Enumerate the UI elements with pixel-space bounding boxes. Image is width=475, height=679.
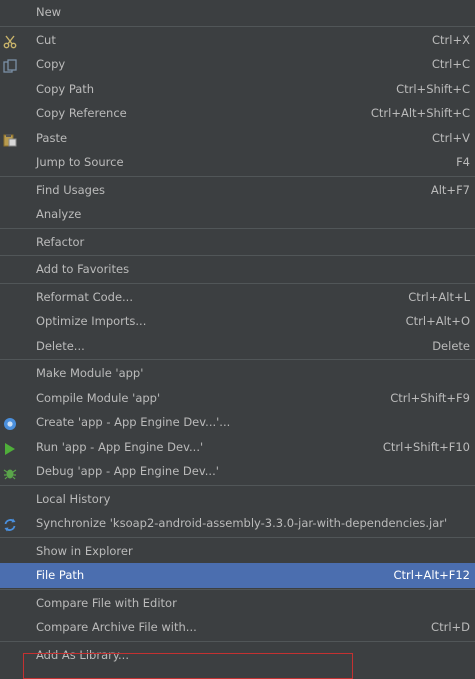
menu-item-find-usages[interactable]: Find Usages Alt+F7 (0, 178, 475, 203)
menu-item-show-in-explorer[interactable]: Show in Explorer (0, 539, 475, 564)
menu-item-shortcut: Ctrl+Shift+F10 (382, 439, 470, 454)
menu-item-add-to-favorites[interactable]: Add to Favorites (0, 257, 475, 282)
debug-icon (3, 464, 17, 480)
menu-item-analyze[interactable]: Analyze (0, 202, 475, 227)
menu-separator (0, 359, 475, 360)
menu-item-label: Add to Favorites (36, 262, 130, 276)
menu-item-label: Make Module 'app' (36, 366, 144, 380)
menu-item-shortcut: Ctrl+Shift+C (396, 81, 470, 96)
menu-item-label: Copy Path (36, 81, 95, 96)
menu-item-label: Optimize Imports... (36, 314, 147, 328)
menu-item-shortcut: Ctrl+D (431, 620, 470, 634)
menu-item-label: Refactor (36, 234, 85, 249)
menu-item-compare-file-with-editor[interactable]: Compare File with Editor (0, 591, 475, 616)
menu-item-jump-to-source[interactable]: Jump to Source F4 (0, 150, 475, 175)
menu-item-label: File Path (36, 568, 85, 582)
menu-item-shortcut: Ctrl+Shift+F9 (390, 390, 470, 405)
menu-item-shortcut: Ctrl+Alt+O (405, 314, 470, 328)
menu-item-paste[interactable]: Paste Ctrl+V (0, 126, 475, 151)
menu-item-shortcut: Ctrl+Alt+F12 (393, 568, 470, 582)
menu-item-make-module-app[interactable]: Make Module 'app' (0, 361, 475, 386)
menu-item-run-app-app-engine-dev[interactable]: Run 'app - App Engine Dev...' Ctrl+Shift+… (0, 435, 475, 460)
menu-separator (0, 255, 475, 256)
menu-item-label: Create 'app - App Engine Dev...'... (36, 415, 231, 429)
menu-item-label: Delete... (36, 338, 85, 353)
menu-item-label: Show in Explorer (36, 543, 133, 558)
menu-item-refactor[interactable]: Refactor (0, 230, 475, 255)
menu-item-shortcut: Ctrl+Alt+L (408, 289, 470, 304)
paste-icon (3, 131, 17, 146)
app-engine-icon (3, 415, 17, 430)
menu-item-shortcut: F4 (456, 155, 470, 169)
menu-item-label: Copy Reference (36, 106, 127, 120)
menu-item-label: Analyze (36, 207, 82, 221)
menu-item-create-app-app-engine-dev[interactable]: Create 'app - App Engine Dev...'... (0, 410, 475, 435)
menu-separator (0, 484, 475, 486)
menu-separator (0, 175, 475, 177)
scissors-icon (3, 33, 17, 48)
run-icon (3, 440, 17, 455)
menu-item-add-as-library[interactable]: Add As Library... (0, 643, 475, 668)
menu-item-copy-path[interactable]: Copy Path Ctrl+Shift+C (0, 77, 475, 102)
sync-icon (3, 516, 17, 532)
menu-item-compile-module-app[interactable]: Compile Module 'app' Ctrl+Shift+F9 (0, 386, 475, 411)
menu-item-label: Compare File with Editor (36, 595, 177, 610)
menu-item-copy-reference[interactable]: Copy Reference Ctrl+Alt+Shift+C (0, 101, 475, 126)
menu-item-label: Debug 'app - App Engine Dev...' (36, 464, 219, 478)
menu-item-label: Synchronize 'ksoap2-android-assembly-3.3… (36, 516, 448, 530)
copy-icon (3, 57, 17, 73)
menu-item-label: Cut (36, 32, 56, 47)
menu-item-optimize-imports[interactable]: Optimize Imports... Ctrl+Alt+O (0, 309, 475, 334)
menu-item-shortcut: Alt+F7 (430, 182, 470, 197)
menu-item-label: Copy (36, 57, 66, 71)
menu-separator (0, 536, 475, 538)
menu-item-label: Paste (36, 130, 68, 145)
menu-separator (0, 588, 475, 590)
menu-item-label: Compile Module 'app' (36, 390, 161, 405)
menu-item-label: Jump to Source (36, 155, 124, 169)
menu-item-label: Local History (36, 491, 111, 506)
menu-item-reformat-code[interactable]: Reformat Code... Ctrl+Alt+L (0, 285, 475, 310)
menu-item-label: Run 'app - App Engine Dev...' (36, 439, 204, 454)
menu-item-new[interactable]: New (0, 0, 475, 25)
menu-item-label: Find Usages (36, 182, 106, 197)
menu-item-debug-app-app-engine-dev[interactable]: Debug 'app - App Engine Dev...' (0, 459, 475, 484)
menu-separator (0, 640, 475, 642)
menu-separator (0, 282, 475, 284)
menu-separator (0, 227, 475, 229)
menu-separator (0, 25, 475, 27)
menu-item-cut[interactable]: Cut Ctrl+X (0, 28, 475, 53)
menu-item-shortcut: Ctrl+C (431, 57, 470, 71)
menu-item-compare-archive-file-with[interactable]: Compare Archive File with... Ctrl+D (0, 615, 475, 640)
menu-item-file-path[interactable]: File Path Ctrl+Alt+F12 (0, 563, 475, 588)
menu-item-shortcut: Delete (432, 338, 470, 353)
menu-item-delete[interactable]: Delete... Delete (0, 334, 475, 359)
menu-item-shortcut: Ctrl+X (432, 32, 470, 47)
menu-item-local-history[interactable]: Local History (0, 487, 475, 512)
menu-item-copy[interactable]: Copy Ctrl+C (0, 52, 475, 77)
menu-item-shortcut: Ctrl+Alt+Shift+C (370, 106, 470, 120)
menu-item-label: Reformat Code... (36, 289, 133, 304)
menu-item-label: Add As Library... (36, 647, 129, 662)
menu-item-label: New (36, 5, 62, 19)
menu-item-label: Compare Archive File with... (36, 620, 197, 634)
menu-item-shortcut: Ctrl+V (432, 130, 470, 145)
menu-item-synchronize-ksoap2-android-assembly-3-3-[interactable]: Synchronize 'ksoap2-android-assembly-3.3… (0, 511, 475, 536)
context-menu: New Cut Ctrl+X Copy Ctrl+C Copy Path Ctrl+Shif… (0, 0, 475, 677)
